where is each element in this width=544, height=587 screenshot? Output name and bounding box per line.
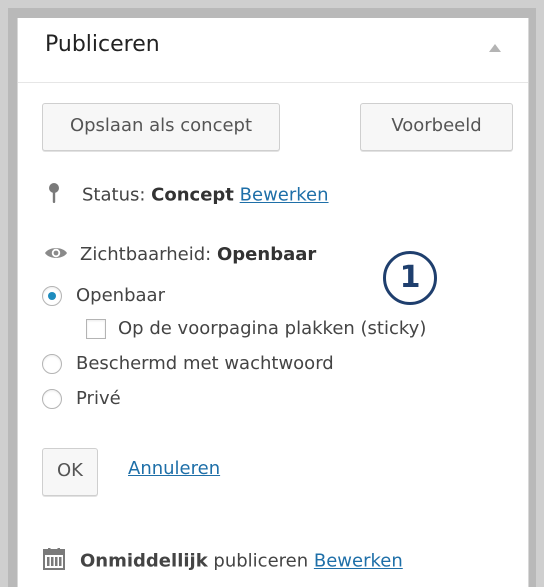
visibility-option-public[interactable]: Openbaar [42,285,165,306]
visibility-option-private[interactable]: Privé [42,388,121,409]
publish-edit-link[interactable]: Bewerken [314,551,403,572]
private-label: Privé [76,388,121,409]
private-radio[interactable] [42,389,62,409]
collapse-arrow-icon[interactable] [489,44,501,52]
status-row: Status: Concept Bewerken [48,182,329,209]
publish-panel: Publiceren Opslaan als concept Voorbeeld… [17,18,529,587]
visibility-row: Zichtbaarheid: Openbaar [44,244,316,266]
password-label: Beschermd met wachtwoord [76,353,334,374]
cancel-link[interactable]: Annuleren [128,458,220,479]
visibility-value: Openbaar [216,244,317,265]
annotation-badge: 1 [383,251,437,305]
eye-icon [44,245,68,266]
publish-label: publiceren [213,550,309,572]
panel-title: Publiceren [45,32,160,57]
sticky-option[interactable]: Op de voorpagina plakken (sticky) [86,318,426,339]
status-edit-link[interactable]: Bewerken [240,185,329,206]
publish-value: Onmiddellijk [80,550,208,572]
panel-header: Publiceren [18,18,528,83]
public-radio[interactable] [42,286,62,306]
visibility-label: Zichtbaarheid: [80,244,212,265]
password-radio[interactable] [42,354,62,374]
sticky-checkbox[interactable] [86,319,106,339]
publish-row: Onmiddellijk publiceren Bewerken [42,547,403,576]
public-label: Openbaar [76,285,165,306]
ok-button[interactable]: OK [42,448,98,496]
status-label: Status: [82,184,146,206]
pin-icon [48,182,60,209]
calendar-icon [42,547,66,576]
save-draft-button[interactable]: Opslaan als concept [42,103,280,151]
preview-button[interactable]: Voorbeeld [360,103,513,151]
status-value: Concept [151,184,234,206]
sticky-label: Op de voorpagina plakken (sticky) [118,318,427,339]
visibility-option-password[interactable]: Beschermd met wachtwoord [42,353,334,374]
